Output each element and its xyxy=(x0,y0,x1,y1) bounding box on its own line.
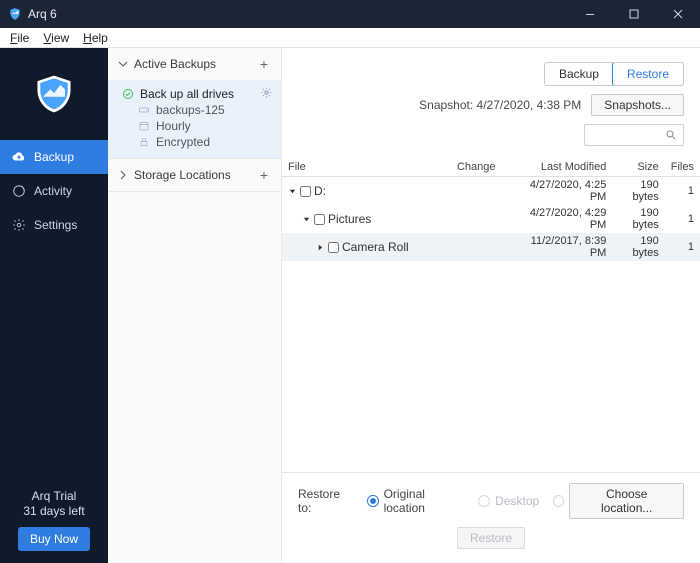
section-label: Storage Locations xyxy=(134,168,257,182)
section-header-storage-locations[interactable]: Storage Locations + xyxy=(108,159,281,191)
plan-encryption: Encrypted xyxy=(156,135,210,149)
cloud-upload-icon xyxy=(12,150,26,164)
section-header-active-backups[interactable]: Active Backups + xyxy=(108,48,281,80)
nav-settings[interactable]: Settings xyxy=(0,208,108,242)
activity-icon xyxy=(12,184,26,198)
lock-icon xyxy=(138,136,150,148)
col-size[interactable]: Size xyxy=(612,158,664,177)
row-files: 1 xyxy=(665,177,700,206)
radio-desktop[interactable]: Desktop xyxy=(478,494,539,508)
radio-label: Desktop xyxy=(495,494,539,508)
col-modified[interactable]: Last Modified xyxy=(509,158,612,177)
add-backup-button[interactable]: + xyxy=(257,56,271,72)
restore-to-label: Restore to: xyxy=(298,487,353,515)
row-checkbox[interactable] xyxy=(328,242,339,253)
snapshot-label: Snapshot: 4/27/2020, 4:38 PM xyxy=(419,98,581,112)
restore-button[interactable]: Restore xyxy=(457,527,525,549)
buy-now-button[interactable]: Buy Now xyxy=(18,527,90,551)
menu-help[interactable]: Help xyxy=(77,30,114,46)
choose-location-button[interactable]: Choose location... xyxy=(569,483,684,519)
drive-icon xyxy=(138,104,150,116)
row-size: 190 bytes xyxy=(612,205,664,233)
row-checkbox[interactable] xyxy=(300,186,311,197)
col-file[interactable]: File xyxy=(282,158,451,177)
add-storage-button[interactable]: + xyxy=(257,167,271,183)
row-modified: 11/2/2017, 8:39 PM xyxy=(509,233,612,261)
radio-choose-location[interactable]: Choose location... xyxy=(553,483,684,519)
table-row[interactable]: D: 4/27/2020, 4:25 PM 190 bytes 1 xyxy=(282,177,700,206)
search-input[interactable] xyxy=(584,124,684,146)
plans-panel: Active Backups + Back up all drives back… xyxy=(108,48,282,563)
file-tree-table: File Change Last Modified Size Files D: … xyxy=(282,158,700,472)
mode-tabs: Backup Restore xyxy=(544,62,684,86)
search-icon xyxy=(665,129,677,141)
row-name: Pictures xyxy=(328,212,371,226)
nav-activity[interactable]: Activity xyxy=(0,174,108,208)
plan-schedule: Hourly xyxy=(156,119,191,133)
row-change xyxy=(451,233,510,261)
restore-bar: Restore to: Original location Desktop Ch… xyxy=(282,472,700,563)
row-files: 1 xyxy=(665,233,700,261)
section-label: Active Backups xyxy=(134,57,257,71)
trial-days: 31 days left xyxy=(0,504,108,519)
nav-label: Settings xyxy=(34,218,77,232)
plan-name: Back up all drives xyxy=(140,87,234,101)
nav-label: Backup xyxy=(34,150,74,164)
disclosure-down-icon[interactable] xyxy=(288,187,297,196)
plan-target: backups-125 xyxy=(156,103,225,117)
disclosure-down-icon[interactable] xyxy=(302,215,311,224)
radio-label: Original location xyxy=(384,487,465,515)
row-change xyxy=(451,205,510,233)
disclosure-right-icon[interactable] xyxy=(316,243,325,252)
status-ok-icon xyxy=(122,88,134,100)
calendar-icon xyxy=(138,120,150,132)
radio-original-location[interactable]: Original location xyxy=(367,487,464,515)
row-name: Camera Roll xyxy=(342,240,409,254)
maximize-button[interactable] xyxy=(612,0,656,28)
row-modified: 4/27/2020, 4:29 PM xyxy=(509,205,612,233)
app-shield-icon xyxy=(8,7,22,21)
window-title: Arq 6 xyxy=(28,7,57,21)
col-change[interactable]: Change xyxy=(451,158,510,177)
row-checkbox[interactable] xyxy=(314,214,325,225)
trial-title: Arq Trial xyxy=(0,489,108,504)
row-size: 190 bytes xyxy=(612,177,664,206)
table-row[interactable]: Camera Roll 11/2/2017, 8:39 PM 190 bytes… xyxy=(282,233,700,261)
trial-info: Arq Trial 31 days left xyxy=(0,489,108,523)
nav-label: Activity xyxy=(34,184,72,198)
chevron-right-icon xyxy=(118,170,128,180)
gear-icon xyxy=(12,218,26,232)
row-modified: 4/27/2020, 4:25 PM xyxy=(509,177,612,206)
table-row[interactable]: Pictures 4/27/2020, 4:29 PM 190 bytes 1 xyxy=(282,205,700,233)
sidebar: Backup Activity Settings Arq Trial 31 da… xyxy=(0,48,108,563)
tab-backup[interactable]: Backup xyxy=(545,63,613,85)
menubar: File View Help xyxy=(0,28,700,48)
tab-restore[interactable]: Restore xyxy=(612,62,684,86)
snapshots-button[interactable]: Snapshots... xyxy=(591,94,684,116)
backup-plan[interactable]: Back up all drives backups-125 Hourly En… xyxy=(108,80,281,158)
close-button[interactable] xyxy=(656,0,700,28)
row-size: 190 bytes xyxy=(612,233,664,261)
content-pane: Backup Restore Snapshot: 4/27/2020, 4:38… xyxy=(282,48,700,563)
chevron-down-icon xyxy=(118,59,128,69)
section-storage-locations: Storage Locations + xyxy=(108,159,281,192)
table-header-row: File Change Last Modified Size Files xyxy=(282,158,700,177)
nav-backup[interactable]: Backup xyxy=(0,140,108,174)
section-active-backups: Active Backups + Back up all drives back… xyxy=(108,48,281,159)
menu-view[interactable]: View xyxy=(37,30,75,46)
row-change xyxy=(451,177,510,206)
row-files: 1 xyxy=(665,205,700,233)
col-files[interactable]: Files xyxy=(665,158,700,177)
minimize-button[interactable] xyxy=(568,0,612,28)
row-name: D: xyxy=(314,184,326,198)
menu-file[interactable]: File xyxy=(4,30,35,46)
app-logo xyxy=(0,48,108,140)
plan-settings-icon[interactable] xyxy=(260,86,273,99)
titlebar: Arq 6 xyxy=(0,0,700,28)
